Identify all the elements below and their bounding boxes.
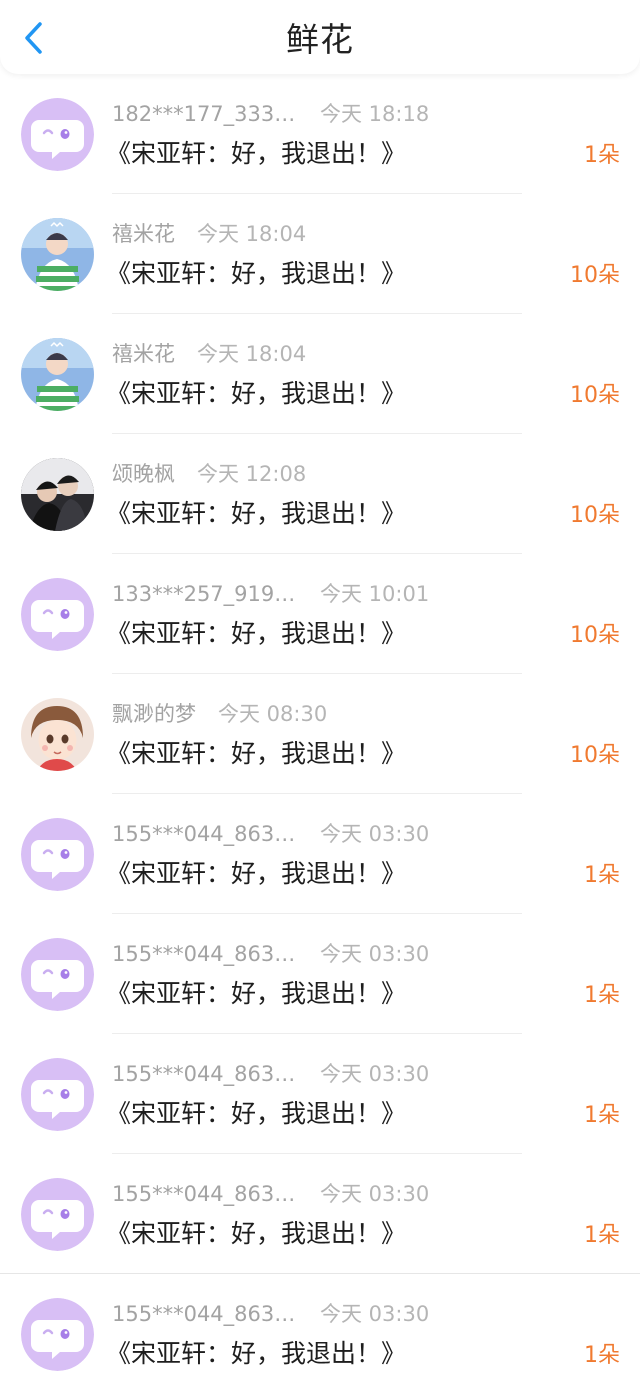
- avatar[interactable]: [21, 458, 94, 531]
- list-item[interactable]: 155***044_8638... 今天 03:30 《宋亚轩：好，我退出！》 1…: [0, 1274, 640, 1394]
- item-message: 《宋亚轩：好，我退出！》: [106, 139, 407, 168]
- timestamp: 今天 12:08: [197, 462, 307, 486]
- list-item[interactable]: 155***044_8638... 今天 03:30 《宋亚轩：好，我退出！》 1…: [0, 1154, 640, 1274]
- default-chat-avatar-icon: [21, 1298, 94, 1371]
- flower-gift-list: 182***177_3334... 今天 18:18 《宋亚轩：好，我退出！》 1…: [0, 74, 640, 1394]
- avatar[interactable]: [21, 938, 94, 1011]
- flower-count: 1朵: [584, 1103, 620, 1128]
- timestamp: 今天 18:04: [197, 222, 307, 246]
- avatar[interactable]: [21, 1058, 94, 1131]
- item-message: 《宋亚轩：好，我退出！》: [106, 379, 407, 408]
- timestamp: 今天 03:30: [320, 1302, 430, 1326]
- list-item[interactable]: 颂晚枫 今天 12:08 《宋亚轩：好，我退出！》 10朵: [0, 434, 640, 554]
- avatar[interactable]: [21, 1298, 94, 1371]
- avatar[interactable]: [21, 218, 94, 291]
- sender-name: 飘渺的梦: [112, 702, 196, 726]
- flower-count: 1朵: [584, 143, 620, 168]
- timestamp: 今天 03:30: [320, 1062, 430, 1086]
- photo-avatar-green-icon: [21, 338, 94, 411]
- default-chat-avatar-icon: [21, 1178, 94, 1251]
- item-message: 《宋亚轩：好，我退出！》: [106, 499, 407, 528]
- flower-count: 10朵: [570, 503, 620, 528]
- list-item[interactable]: 飘渺的梦 今天 08:30 《宋亚轩：好，我退出！》 10朵: [0, 674, 640, 794]
- page-title: 鲜花: [286, 20, 354, 59]
- item-message: 《宋亚轩：好，我退出！》: [106, 619, 407, 648]
- timestamp: 今天 10:01: [320, 582, 430, 606]
- flower-count: 1朵: [584, 1223, 620, 1248]
- item-message: 《宋亚轩：好，我退出！》: [106, 259, 407, 288]
- item-message: 《宋亚轩：好，我退出！》: [106, 739, 407, 768]
- timestamp: 今天 18:18: [320, 102, 430, 126]
- avatar[interactable]: [21, 98, 94, 171]
- timestamp: 今天 03:30: [320, 942, 430, 966]
- item-meta: 飘渺的梦 今天 08:30: [112, 700, 327, 728]
- sender-name: 禧米花: [112, 222, 175, 246]
- avatar[interactable]: [21, 818, 94, 891]
- item-message: 《宋亚轩：好，我退出！》: [106, 1339, 407, 1368]
- item-message: 《宋亚轩：好，我退出！》: [106, 859, 407, 888]
- flower-count: 1朵: [584, 863, 620, 888]
- item-message: 《宋亚轩：好，我退出！》: [106, 1219, 407, 1248]
- list-item[interactable]: 133***257_9199... 今天 10:01 《宋亚轩：好，我退出！》 1…: [0, 554, 640, 674]
- item-message: 《宋亚轩：好，我退出！》: [106, 1099, 407, 1128]
- sender-name: 182***177_3334...: [112, 102, 302, 126]
- timestamp: 今天 08:30: [218, 702, 328, 726]
- photo-avatar-dark-icon: [21, 458, 94, 531]
- default-chat-avatar-icon: [21, 938, 94, 1011]
- flower-count: 1朵: [584, 983, 620, 1008]
- cartoon-avatar-icon: [21, 698, 94, 771]
- list-item[interactable]: 155***044_8638... 今天 03:30 《宋亚轩：好，我退出！》 1…: [0, 914, 640, 1034]
- avatar[interactable]: [21, 338, 94, 411]
- default-chat-avatar-icon: [21, 98, 94, 171]
- item-meta: 155***044_8638... 今天 03:30: [112, 1180, 429, 1208]
- photo-avatar-green-icon: [21, 218, 94, 291]
- avatar[interactable]: [21, 698, 94, 771]
- list-item[interactable]: 182***177_3334... 今天 18:18 《宋亚轩：好，我退出！》 1…: [0, 74, 640, 194]
- sender-name: 155***044_8638...: [112, 822, 302, 846]
- flower-count: 1朵: [584, 1343, 620, 1368]
- flower-count: 10朵: [570, 743, 620, 768]
- default-chat-avatar-icon: [21, 1058, 94, 1131]
- item-meta: 155***044_8638... 今天 03:30: [112, 940, 429, 968]
- flower-count: 10朵: [570, 623, 620, 648]
- list-item[interactable]: 155***044_8638... 今天 03:30 《宋亚轩：好，我退出！》 1…: [0, 1034, 640, 1154]
- avatar[interactable]: [21, 578, 94, 651]
- sender-name: 155***044_8638...: [112, 1182, 302, 1206]
- list-item[interactable]: 禧米花 今天 18:04 《宋亚轩：好，我退出！》 10朵: [0, 314, 640, 434]
- timestamp: 今天 03:30: [320, 822, 430, 846]
- flower-count: 10朵: [570, 383, 620, 408]
- flower-count: 10朵: [570, 263, 620, 288]
- sender-name: 禧米花: [112, 342, 175, 366]
- item-meta: 133***257_9199... 今天 10:01: [112, 580, 429, 608]
- default-chat-avatar-icon: [21, 818, 94, 891]
- avatar[interactable]: [21, 1178, 94, 1251]
- sender-name: 颂晚枫: [112, 462, 175, 486]
- sender-name: 155***044_8638...: [112, 1062, 302, 1086]
- default-chat-avatar-icon: [21, 578, 94, 651]
- item-meta: 颂晚枫 今天 12:08: [112, 460, 306, 488]
- sender-name: 133***257_9199...: [112, 582, 302, 606]
- list-item[interactable]: 禧米花 今天 18:04 《宋亚轩：好，我退出！》 10朵: [0, 194, 640, 314]
- list-item[interactable]: 155***044_8638... 今天 03:30 《宋亚轩：好，我退出！》 1…: [0, 794, 640, 914]
- item-message: 《宋亚轩：好，我退出！》: [106, 979, 407, 1008]
- item-meta: 155***044_8638... 今天 03:30: [112, 820, 429, 848]
- sender-name: 155***044_8638...: [112, 942, 302, 966]
- item-meta: 155***044_8638... 今天 03:30: [112, 1300, 429, 1328]
- timestamp: 今天 03:30: [320, 1182, 430, 1206]
- item-meta: 禧米花 今天 18:04: [112, 340, 306, 368]
- timestamp: 今天 18:04: [197, 342, 307, 366]
- item-meta: 155***044_8638... 今天 03:30: [112, 1060, 429, 1088]
- top-nav-bar: 鲜花: [0, 0, 640, 74]
- sender-name: 155***044_8638...: [112, 1302, 302, 1326]
- item-meta: 182***177_3334... 今天 18:18: [112, 100, 429, 128]
- item-meta: 禧米花 今天 18:04: [112, 220, 306, 248]
